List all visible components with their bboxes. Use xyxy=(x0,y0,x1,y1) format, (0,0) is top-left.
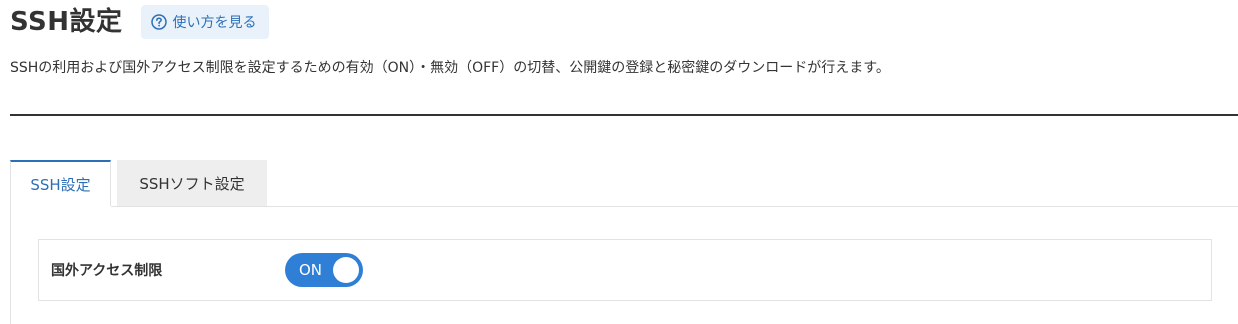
tab-panel-border-top xyxy=(111,206,1238,207)
tab-panel-border-left xyxy=(10,206,11,324)
header-divider xyxy=(10,114,1238,116)
foreign-access-toggle[interactable]: ON xyxy=(285,253,363,287)
foreign-access-label: 国外アクセス制限 xyxy=(51,263,163,279)
tab-ssh-settings[interactable]: SSH設定 xyxy=(10,160,111,206)
page: SSH設定 使い方を見る SSHの利用および国外アクセス制限を設定するための有効… xyxy=(0,0,1238,324)
toggle-knob xyxy=(333,257,359,283)
foreign-access-setting-row: 国外アクセス制限 ON xyxy=(38,239,1212,301)
help-button[interactable]: 使い方を見る xyxy=(140,5,269,39)
title-row: SSH設定 使い方を見る xyxy=(10,5,269,39)
page-title: SSH設定 xyxy=(10,7,123,37)
help-button-label: 使い方を見る xyxy=(172,15,257,31)
page-description: SSHの利用および国外アクセス制限を設定するための有効（ON）・無効（OFF）の… xyxy=(10,60,890,76)
tab-bar: SSH設定 SSHソフト設定 xyxy=(10,160,267,206)
question-circle-icon xyxy=(150,14,167,30)
toggle-state-text: ON xyxy=(299,261,323,279)
tab-ssh-software-settings[interactable]: SSHソフト設定 xyxy=(117,160,267,206)
